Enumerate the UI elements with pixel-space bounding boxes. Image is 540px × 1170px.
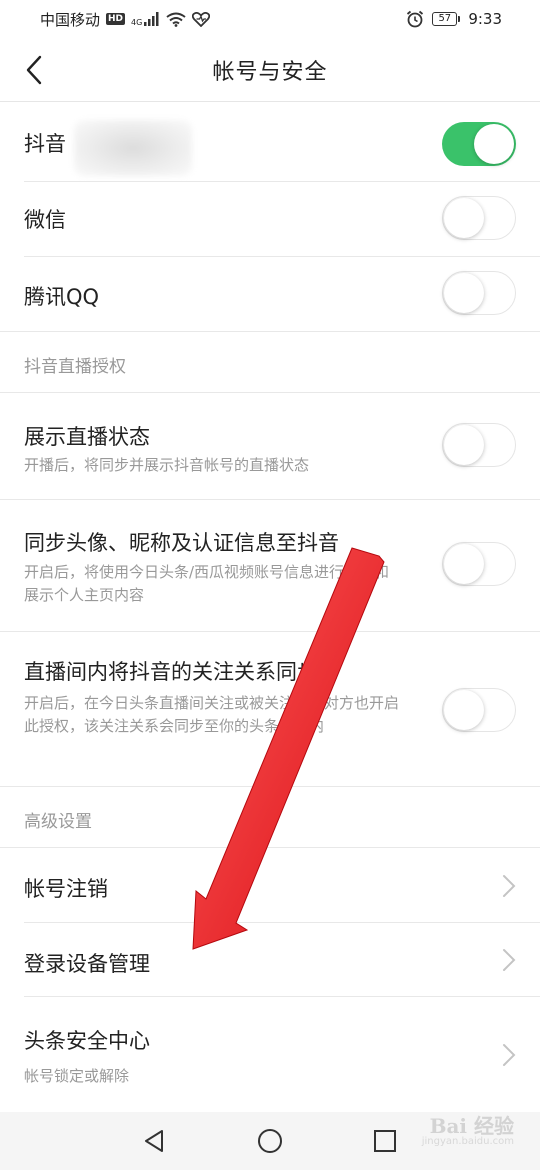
qq-binding-toggle[interactable] xyxy=(442,271,516,315)
setting-row-sync-profile: 同步头像、昵称及认证信息至抖音 开启后，将使用今日头条/西瓜视频账号信息进行开播… xyxy=(0,500,540,632)
section-title: 抖音直播授权 xyxy=(24,357,126,377)
battery-level: 57 xyxy=(432,12,458,26)
recent-apps-square-icon[interactable] xyxy=(370,1126,400,1156)
clock-label: 9:33 xyxy=(468,10,502,28)
binding-row-wechat: 微信 xyxy=(0,182,540,257)
menu-description: 帐号锁定或解除 xyxy=(24,1067,130,1085)
douyin-binding-toggle[interactable] xyxy=(442,122,516,166)
menu-label: 登录设备管理 xyxy=(24,952,150,976)
section-title: 高级设置 xyxy=(24,812,92,832)
network-type-label: 4G xyxy=(131,17,143,27)
sync-follow-toggle[interactable] xyxy=(442,688,516,732)
battery-icon: 57 xyxy=(432,12,461,26)
hd-badge: HD xyxy=(106,13,126,25)
chevron-left-icon xyxy=(26,55,42,85)
carrier-label: 中国移动 xyxy=(40,10,101,29)
header-divider xyxy=(0,101,540,102)
show-live-status-toggle[interactable] xyxy=(442,423,516,467)
setting-label: 展示直播状态 xyxy=(24,425,150,449)
home-circle-icon[interactable] xyxy=(255,1126,285,1156)
menu-label: 帐号注销 xyxy=(24,877,108,901)
page-title: 帐号与安全 xyxy=(212,60,328,85)
setting-description: 开播后，将同步并展示抖音帐号的直播状态 xyxy=(24,456,310,474)
status-bar: 中国移动 HD 4G 57 9:33 xyxy=(0,0,540,38)
back-triangle-icon[interactable] xyxy=(140,1126,170,1156)
alarm-icon xyxy=(407,10,424,28)
wifi-icon xyxy=(166,12,186,27)
menu-row-device-management[interactable]: 登录设备管理 xyxy=(0,923,540,997)
watermark-text: Bai 经验 xyxy=(429,1114,514,1138)
signal-icon xyxy=(144,12,159,26)
menu-label: 头条安全中心 xyxy=(24,1029,150,1053)
setting-description: 开启后，将使用今日头条/西瓜视频账号信息进行开播和展示个人主页内容 xyxy=(24,563,390,604)
sync-profile-toggle[interactable] xyxy=(442,542,516,586)
chevron-right-icon xyxy=(503,949,516,971)
binding-label: 微信 xyxy=(24,208,66,232)
setting-label: 直播间内将抖音的关注关系同步… xyxy=(24,660,339,684)
setting-description: 开启后，在今日头条直播间关注或被关注，且对方也开启此授权，该关注关系会同步至你的… xyxy=(24,694,400,735)
chevron-right-icon xyxy=(503,875,516,897)
menu-row-account-deletion[interactable]: 帐号注销 xyxy=(0,848,540,923)
heart-status-icon xyxy=(192,11,211,27)
section-header-live-auth: 抖音直播授权 xyxy=(0,332,540,393)
setting-row-show-live-status: 展示直播状态 开播后，将同步并展示抖音帐号的直播状态 xyxy=(0,393,540,500)
wechat-binding-toggle[interactable] xyxy=(442,196,516,240)
binding-label: 腾讯QQ xyxy=(24,285,100,309)
navigation-bar: 帐号与安全 xyxy=(0,38,540,102)
section-header-advanced: 高级设置 xyxy=(0,787,540,848)
binding-label: 抖音 xyxy=(24,132,66,156)
back-button[interactable] xyxy=(14,48,54,92)
binding-row-qq: 腾讯QQ xyxy=(0,257,540,332)
blurred-account-name xyxy=(74,120,192,176)
chevron-right-icon xyxy=(503,1044,516,1066)
setting-label: 同步头像、昵称及认证信息至抖音 xyxy=(24,531,339,555)
watermark-subtext: jingyan.baidu.com xyxy=(421,1136,514,1147)
menu-row-security-center[interactable]: 头条安全中心 帐号锁定或解除 xyxy=(0,997,540,1112)
setting-row-sync-follow: 直播间内将抖音的关注关系同步… 开启后，在今日头条直播间关注或被关注，且对方也开… xyxy=(0,632,540,787)
